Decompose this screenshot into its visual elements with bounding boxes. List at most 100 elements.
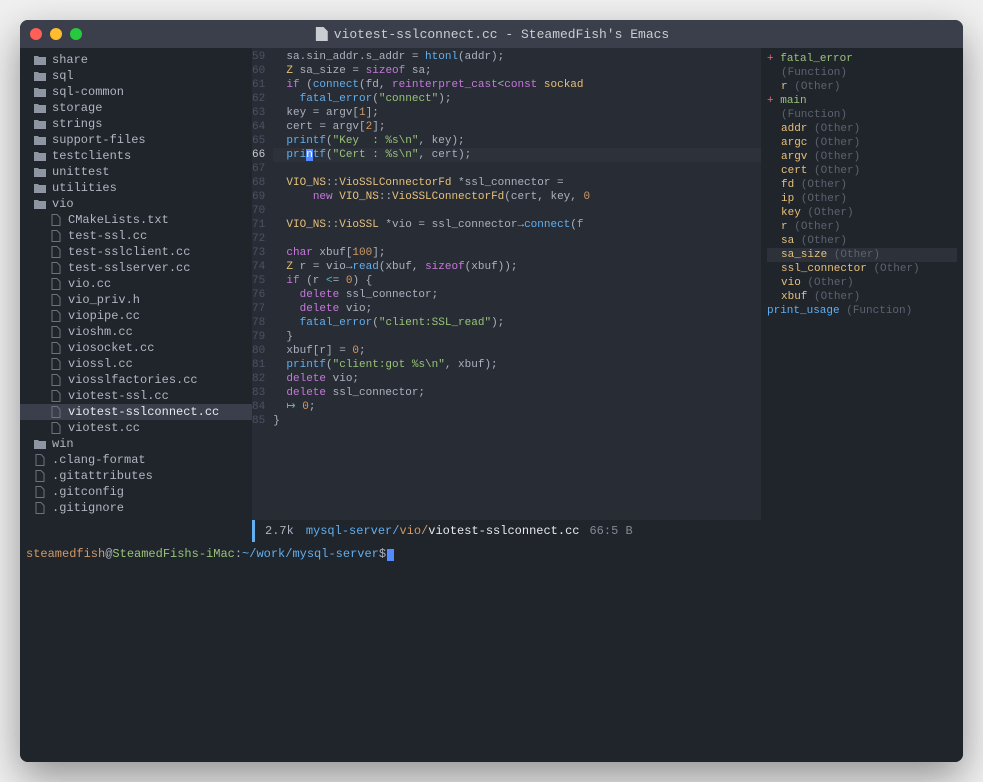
file-icon [32,470,48,482]
tree-item-label: test-sslserver.cc [68,261,190,275]
code-line[interactable] [273,232,761,246]
outline-item[interactable]: argc (Other) [767,136,957,150]
outline-item[interactable]: fd (Other) [767,178,957,192]
tree-item[interactable]: support-files [20,132,252,148]
tree-item[interactable]: win [20,436,252,452]
tree-item[interactable]: viopipe.cc [20,308,252,324]
tree-item[interactable]: utilities [20,180,252,196]
code-line[interactable]: Z r = vio→read(xbuf, sizeof(xbuf)); [273,260,761,274]
tree-item[interactable]: .clang-format [20,452,252,468]
outline-item[interactable]: r (Other) [767,80,957,94]
modeline[interactable]: 2.7k mysql-server/vio/viotest-sslconnect… [252,520,761,542]
outline-item[interactable]: r (Other) [767,220,957,234]
folder-icon [32,103,48,113]
code-line[interactable]: VIO_NS::VioSSL *vio = ssl_connector→conn… [273,218,761,232]
tree-item[interactable]: test-sslserver.cc [20,260,252,276]
tree-item[interactable]: viotest-sslconnect.cc [20,404,252,420]
minimize-icon[interactable] [50,28,62,40]
code-line[interactable]: if (r <= 0) { [273,274,761,288]
code-line[interactable]: delete vio; [273,372,761,386]
outline-item[interactable]: argv (Other) [767,150,957,164]
file-icon [48,358,64,370]
code-line[interactable]: fatal_error("connect"); [273,92,761,106]
tree-item[interactable]: strings [20,116,252,132]
tree-item[interactable]: CMakeLists.txt [20,212,252,228]
tree-item[interactable]: sql-common [20,84,252,100]
tree-item[interactable]: .gitignore [20,500,252,516]
code-line[interactable]: fatal_error("client:SSL_read"); [273,316,761,330]
tree-item[interactable]: storage [20,100,252,116]
tree-item[interactable]: test-ssl.cc [20,228,252,244]
tree-item[interactable]: vioshm.cc [20,324,252,340]
outline-item[interactable]: print_usage (Function) [767,304,957,318]
code-line[interactable]: if (connect(fd, reinterpret_cast<const s… [273,78,761,92]
outline-item[interactable]: vio (Other) [767,276,957,290]
outline-item[interactable]: cert (Other) [767,164,957,178]
tree-item[interactable]: viossl.cc [20,356,252,372]
code-line[interactable]: ↦ 0; [273,400,761,414]
code-line[interactable]: } [273,414,761,428]
close-icon[interactable] [30,28,42,40]
tree-item-label: vioshm.cc [68,325,133,339]
folder-icon [32,135,48,145]
outline-item[interactable]: ip (Other) [767,192,957,206]
outline-item[interactable]: + main [767,94,957,108]
file-tree[interactable]: sharesqlsql-commonstoragestringssupport-… [20,48,252,542]
code-line[interactable]: printf("client:got %s\n", xbuf); [273,358,761,372]
tree-item[interactable]: test-sslclient.cc [20,244,252,260]
tree-item[interactable]: vio.cc [20,276,252,292]
code-line[interactable]: delete vio; [273,302,761,316]
code-line[interactable]: } [273,330,761,344]
tree-item[interactable]: viosocket.cc [20,340,252,356]
tree-item[interactable]: vio [20,196,252,212]
outline-item[interactable]: + fatal_error [767,52,957,66]
zoom-icon[interactable] [70,28,82,40]
tree-item[interactable]: share [20,52,252,68]
code-line[interactable]: key = argv[1]; [273,106,761,120]
tree-item-label: viotest.cc [68,421,140,435]
outline-item[interactable]: addr (Other) [767,122,957,136]
tree-item[interactable]: .gitattributes [20,468,252,484]
tree-item[interactable]: vio_priv.h [20,292,252,308]
prompt-host: SteamedFishs-iMac [112,547,234,561]
code-buffer[interactable]: sa.sin_addr.s_addr = htonl(addr); Z sa_s… [273,48,761,520]
outline-item[interactable]: (Function) [767,66,957,80]
code-line[interactable]: xbuf[r] = 0; [273,344,761,358]
terminal-pane[interactable]: steamedfish@SteamedFishs-iMac:~/work/mys… [20,542,963,762]
code-line[interactable]: cert = argv[2]; [273,120,761,134]
tree-item[interactable]: unittest [20,164,252,180]
code-line[interactable]: printf("Cert : %s\n", cert); [273,148,761,162]
tree-item[interactable]: viotest-ssl.cc [20,388,252,404]
prompt-symbol: $ [379,547,386,561]
outline-pane[interactable]: + fatal_error(Function)r (Other)+ main(F… [761,48,963,542]
code-line[interactable] [273,162,761,176]
outline-item[interactable]: sa_size (Other) [767,248,957,262]
tree-item[interactable]: testclients [20,148,252,164]
code-line[interactable]: printf("Key : %s\n", key); [273,134,761,148]
titlebar[interactable]: viotest-sslconnect.cc - SteamedFish's Em… [20,20,963,48]
tree-item[interactable]: sql [20,68,252,84]
code-line[interactable]: char xbuf[100]; [273,246,761,260]
file-icon [48,262,64,274]
code-line[interactable] [273,204,761,218]
outline-item[interactable]: (Function) [767,108,957,122]
tree-item-label: vio_priv.h [68,293,140,307]
code-area[interactable]: 5960616263646566676869707172737475767778… [252,48,761,520]
tree-item[interactable]: viosslfactories.cc [20,372,252,388]
code-line[interactable]: new VIO_NS::VioSSLConnectorFd(cert, key,… [273,190,761,204]
outline-item[interactable]: sa (Other) [767,234,957,248]
code-line[interactable]: delete ssl_connector; [273,386,761,400]
outline-item[interactable]: xbuf (Other) [767,290,957,304]
tree-item-label: .clang-format [52,453,146,467]
tree-item-label: viosslfactories.cc [68,373,198,387]
code-line[interactable]: sa.sin_addr.s_addr = htonl(addr); [273,50,761,64]
code-line[interactable]: delete ssl_connector; [273,288,761,302]
outline-item[interactable]: ssl_connector (Other) [767,262,957,276]
code-line[interactable]: Z sa_size = sizeof sa; [273,64,761,78]
tree-item[interactable]: .gitconfig [20,484,252,500]
code-line[interactable]: VIO_NS::VioSSLConnectorFd *ssl_connector… [273,176,761,190]
tree-item[interactable]: viotest.cc [20,420,252,436]
outline-item[interactable]: key (Other) [767,206,957,220]
file-icon [32,486,48,498]
window-controls [30,28,82,40]
